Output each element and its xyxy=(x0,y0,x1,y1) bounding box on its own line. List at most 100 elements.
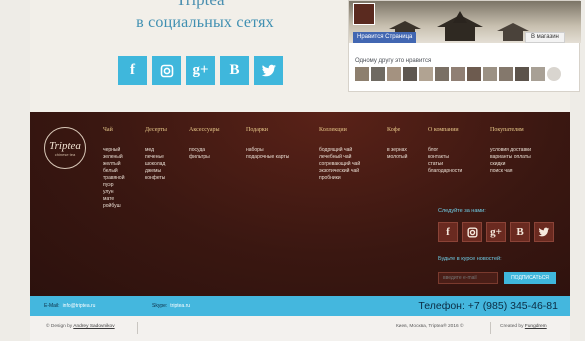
footer-link[interactable]: мед xyxy=(145,147,167,154)
fb-friends-text: Одному другу это нравится xyxy=(355,58,432,64)
friend-avatar[interactable] xyxy=(547,67,561,81)
footer-link[interactable]: условия доставки xyxy=(490,147,531,154)
vkontakte-icon[interactable]: B xyxy=(510,222,530,242)
column-heading[interactable]: О компании xyxy=(428,127,462,133)
footer-link[interactable]: зеленый xyxy=(103,154,125,161)
column-heading[interactable]: Аксессуары xyxy=(189,127,220,133)
footer-logo[interactable]: Triptea chinese tea xyxy=(44,127,86,169)
twitter-icon[interactable] xyxy=(254,56,283,85)
google-plus-icon[interactable]: g+ xyxy=(186,56,215,85)
friend-avatar[interactable] xyxy=(515,67,529,81)
facebook-icon[interactable]: f xyxy=(438,222,458,242)
google-plus-icon[interactable]: g+ xyxy=(486,222,506,242)
column-heading[interactable]: Покупателям xyxy=(490,127,531,133)
friend-avatar[interactable] xyxy=(435,67,449,81)
instagram-icon[interactable] xyxy=(462,222,482,242)
column-heading[interactable]: Десерты xyxy=(145,127,167,133)
friend-avatar[interactable] xyxy=(419,67,433,81)
friend-avatar[interactable] xyxy=(451,67,465,81)
bottom-bar: © Design by Andrey Sadovnikov Киев, Моск… xyxy=(30,316,570,341)
newsletter-email-input[interactable] xyxy=(438,272,498,284)
footer-link[interactable]: молотый xyxy=(387,154,407,161)
footer-column-about: О компании блог контакты статьи благодар… xyxy=(428,127,462,175)
facebook-cover-image: Нравится Страница В магазин xyxy=(349,1,581,43)
footer-social-icons: f g+ B xyxy=(438,222,554,242)
created-credit: Created by Fungdrem xyxy=(500,324,547,329)
friend-avatar[interactable] xyxy=(355,67,369,81)
vkontakte-icon[interactable]: B xyxy=(220,56,249,85)
friend-avatar[interactable] xyxy=(387,67,401,81)
footer-link[interactable]: лечебный чай xyxy=(319,154,360,161)
logo-text: Triptea xyxy=(49,139,81,152)
footer-column-coffee: Кофе в зернах молотый xyxy=(387,127,407,161)
column-heading[interactable]: Подарки xyxy=(246,127,289,133)
friend-avatar[interactable] xyxy=(371,67,385,81)
column-heading[interactable]: Кофе xyxy=(387,127,407,133)
email-link[interactable]: info@triptea.ru xyxy=(63,303,96,309)
page: Triptea в социальных сетях f g+ B xyxy=(0,0,585,341)
social-icons: f g+ B xyxy=(118,56,283,85)
footer-column-tea: Чай черный зеленый желтый белый травяной… xyxy=(103,127,125,210)
footer-link[interactable]: блог xyxy=(428,147,462,154)
footer-link[interactable]: варианты оплаты xyxy=(490,154,531,161)
footer-link[interactable]: контакты xyxy=(428,154,462,161)
footer-link[interactable]: травяной xyxy=(103,175,125,182)
logo-subtext: chinese tea xyxy=(54,151,76,157)
footer-link[interactable]: бодрящий чай xyxy=(319,147,360,154)
footer-link[interactable]: черный xyxy=(103,147,125,154)
designer-link[interactable]: Andrey Sadovnikov xyxy=(73,324,114,329)
footer-link[interactable]: конфеты xyxy=(145,175,167,182)
footer-link[interactable]: шоколад xyxy=(145,161,167,168)
footer-link[interactable]: фильтры xyxy=(189,154,220,161)
brand-name: Triptea xyxy=(176,0,225,10)
email-label: E-Mail: xyxy=(44,303,60,309)
divider xyxy=(490,322,491,334)
column-heading[interactable]: Коллекции xyxy=(319,127,360,133)
footer-link[interactable]: мате xyxy=(103,196,125,203)
subscribe-button[interactable]: ПОДПИСАТЬСЯ xyxy=(504,272,556,284)
footer-link[interactable]: экзотический чай xyxy=(319,168,360,175)
design-credit: © Design by Andrey Sadovnikov xyxy=(46,324,115,329)
newsletter-label: Будьте в курсе новостей: xyxy=(438,256,502,262)
footer-link[interactable]: пробники xyxy=(319,175,360,182)
footer-column-accessories: Аксессуары посуда фильтры xyxy=(189,127,220,161)
footer-link[interactable]: печенье xyxy=(145,154,167,161)
footer-link[interactable]: белый xyxy=(103,168,125,175)
twitter-icon[interactable] xyxy=(534,222,554,242)
created-prefix: Created by xyxy=(500,324,524,329)
social-title: в социальных сетях xyxy=(136,14,274,31)
footer-link[interactable]: желтый xyxy=(103,161,125,168)
instagram-icon[interactable] xyxy=(152,56,181,85)
copyright-text: Киев, Москва, Triptea® 2016 © xyxy=(396,324,464,329)
friend-avatar[interactable] xyxy=(467,67,481,81)
footer-link[interactable]: в зернах xyxy=(387,147,407,154)
social-section: Triptea в социальных сетях f g+ B xyxy=(30,0,581,112)
footer-link[interactable]: согревающий чай xyxy=(319,161,360,168)
phone-number[interactable]: Телефон: +7 (985) 345-46-81 xyxy=(418,300,558,312)
friend-avatar[interactable] xyxy=(499,67,513,81)
facebook-icon[interactable]: f xyxy=(118,56,147,85)
creator-link[interactable]: Fungdrem xyxy=(525,324,547,329)
footer-link[interactable]: джемы xyxy=(145,168,167,175)
footer-link[interactable]: улун xyxy=(103,189,125,196)
footer-link[interactable]: скидки xyxy=(490,161,531,168)
footer-link[interactable]: пуэр xyxy=(103,182,125,189)
friend-avatar[interactable] xyxy=(403,67,417,81)
friend-avatar[interactable] xyxy=(531,67,545,81)
fb-like-button[interactable]: Нравится Страница xyxy=(353,32,417,43)
footer-link[interactable]: ройбуш xyxy=(103,203,125,210)
footer-link[interactable]: поиск чая xyxy=(490,168,531,175)
footer-link[interactable]: подарочные карты xyxy=(246,154,289,161)
fb-shop-button[interactable]: В магазин xyxy=(525,32,565,43)
footer-link[interactable]: посуда xyxy=(189,147,220,154)
footer-link[interactable]: статьи xyxy=(428,161,462,168)
friend-avatar[interactable] xyxy=(483,67,497,81)
divider xyxy=(137,322,138,334)
skype-link[interactable]: triptea.ru xyxy=(170,303,190,309)
fb-friend-faces xyxy=(355,67,561,81)
footer-link[interactable]: наборы xyxy=(246,147,289,154)
footer-column-desserts: Десерты мед печенье шоколад джемы конфет… xyxy=(145,127,167,182)
column-heading[interactable]: Чай xyxy=(103,127,125,133)
footer-link[interactable]: благодарности xyxy=(428,168,462,175)
email-contact: E-Mail: info@triptea.ru xyxy=(44,303,95,309)
